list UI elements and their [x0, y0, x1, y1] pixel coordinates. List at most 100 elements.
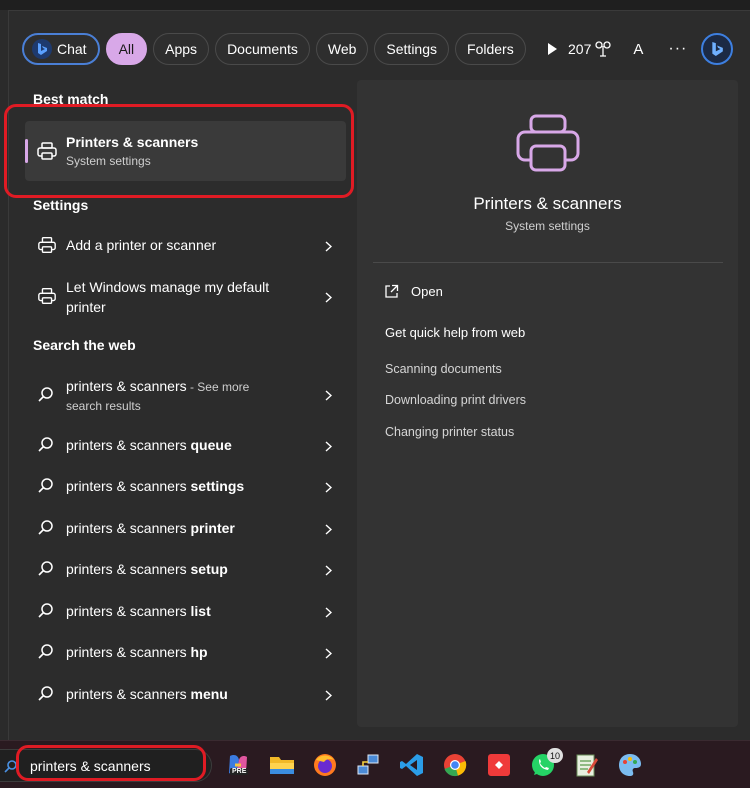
detail-pane: Printers & scanners System settings Open…	[357, 80, 738, 727]
web-result-hint: - See more	[186, 380, 250, 394]
open-label: Open	[411, 284, 443, 299]
settings-item-label-line1: Let Windows manage my default	[66, 279, 270, 295]
filter-all-label: All	[118, 41, 135, 57]
taskbar-search-input[interactable]	[30, 756, 200, 776]
detail-title: Printers & scanners	[473, 194, 622, 213]
filter-web-label: Web	[327, 41, 357, 57]
search-icon	[4, 759, 18, 778]
web-result-query: printers & scanners	[66, 603, 191, 619]
web-result-query: printers & scanners	[66, 478, 191, 494]
more-filters-play-icon[interactable]	[538, 33, 566, 65]
printer-icon	[36, 140, 58, 167]
notepad-icon[interactable]	[572, 751, 600, 779]
copilot-pre-badge: PRE	[230, 768, 249, 775]
chevron-right-icon	[325, 563, 333, 581]
web-result-queue[interactable]: printers & scanners queue	[30, 427, 346, 463]
filter-folders[interactable]: Folders	[455, 33, 526, 65]
web-result-query: printers & scanners	[66, 520, 191, 536]
filter-all[interactable]: All	[105, 33, 148, 65]
chevron-right-icon	[325, 290, 333, 308]
search-icon	[37, 560, 55, 583]
search-icon	[37, 643, 55, 666]
open-action[interactable]: Open	[384, 284, 443, 299]
filter-documents-label: Documents	[227, 41, 298, 57]
help-link-status[interactable]: Changing printer status	[385, 425, 514, 439]
whatsapp-notification-badge: 10	[546, 748, 563, 763]
chevron-right-icon	[325, 388, 333, 406]
file-explorer-icon[interactable]	[268, 751, 296, 779]
web-result-query: printers & scanners	[66, 644, 191, 660]
filter-chat-label: Chat	[57, 41, 87, 57]
web-result-suggestion: queue	[190, 437, 232, 453]
filter-chat[interactable]: Chat	[22, 33, 100, 65]
account-avatar[interactable]: A	[630, 41, 646, 58]
filter-bar: Chat All Apps Documents Web Settings Fol…	[22, 33, 566, 65]
detail-divider	[373, 262, 723, 263]
search-icon	[37, 685, 55, 708]
chevron-right-icon	[325, 439, 333, 457]
trophy-icon	[595, 41, 612, 57]
best-match-result[interactable]: Printers & scanners System settings	[25, 121, 346, 181]
settings-item-add-printer[interactable]: Add a printer or scanner	[30, 226, 346, 264]
best-match-subtitle: System settings	[66, 154, 151, 168]
selection-accent	[25, 139, 28, 163]
web-result-query: printers & scanners	[66, 686, 191, 702]
bing-chat-button[interactable]	[701, 33, 734, 65]
detail-subtitle: System settings	[505, 219, 590, 233]
web-result-suggestion: hp	[190, 644, 208, 660]
quick-help-heading: Get quick help from web	[385, 325, 526, 340]
web-result-menu[interactable]: printers & scanners menu	[30, 676, 346, 712]
chevron-right-icon	[325, 605, 333, 623]
chevron-right-icon	[325, 688, 333, 706]
more-options-icon[interactable]: ···	[668, 40, 687, 58]
top-right-controls: 207 A ···	[568, 33, 734, 65]
filter-documents[interactable]: Documents	[215, 33, 310, 65]
filter-web[interactable]: Web	[315, 33, 369, 65]
vscode-icon[interactable]	[398, 751, 426, 779]
rewards-points[interactable]: 207	[568, 40, 612, 58]
help-link-drivers[interactable]: Downloading print drivers	[385, 393, 526, 407]
web-result-suggestion: menu	[190, 686, 228, 702]
chevron-right-icon	[325, 646, 333, 664]
search-icon	[37, 386, 55, 409]
bing-logo-icon	[712, 42, 724, 56]
settings-item-default-printer[interactable]: Let Windows manage my default printer	[30, 276, 346, 320]
paint-icon[interactable]	[616, 751, 644, 779]
web-result-see-more[interactable]: printers & scanners - See more search re…	[30, 372, 346, 416]
chrome-icon[interactable]	[441, 751, 469, 779]
top-strip	[0, 0, 750, 10]
settings-heading: Settings	[33, 197, 89, 213]
best-match-title: Printers & scanners	[66, 134, 199, 150]
printer-large-icon	[515, 113, 581, 180]
search-icon	[37, 519, 55, 542]
printer-icon	[37, 286, 57, 311]
chevron-right-icon	[325, 480, 333, 498]
web-result-query: printers & scanners	[66, 437, 191, 453]
web-result-suggestion: printer	[190, 520, 235, 536]
web-result-list[interactable]: printers & scanners list	[30, 593, 346, 629]
taskbar-search-box[interactable]	[0, 749, 212, 782]
printer-icon	[37, 235, 57, 260]
firefox-icon[interactable]	[311, 751, 339, 779]
filter-apps-label: Apps	[165, 41, 198, 57]
filter-settings-label: Settings	[386, 41, 438, 57]
web-result-settings[interactable]: printers & scanners settings	[30, 468, 346, 504]
filter-folders-label: Folders	[467, 41, 514, 57]
settings-item-label: Add a printer or scanner	[66, 237, 217, 253]
web-result-query: printers & scanners	[66, 378, 187, 394]
filter-settings[interactable]: Settings	[374, 33, 450, 65]
chevron-right-icon	[325, 239, 333, 257]
network-connections-icon[interactable]	[354, 751, 382, 779]
search-icon	[37, 436, 55, 459]
help-link-scanning[interactable]: Scanning documents	[385, 362, 502, 376]
filter-apps[interactable]: Apps	[153, 33, 210, 65]
open-external-icon	[385, 284, 399, 298]
best-match-heading: Best match	[33, 91, 109, 107]
whatsapp-icon[interactable]: 10	[529, 748, 563, 779]
web-result-setup[interactable]: printers & scanners setup	[30, 551, 346, 587]
copilot-icon[interactable]: PRE	[224, 751, 252, 779]
web-result-printer[interactable]: printers & scanners printer	[30, 510, 346, 546]
web-result-hp[interactable]: printers & scanners hp	[30, 634, 346, 670]
chevron-right-icon	[325, 522, 333, 540]
anydesk-icon[interactable]	[485, 751, 513, 779]
